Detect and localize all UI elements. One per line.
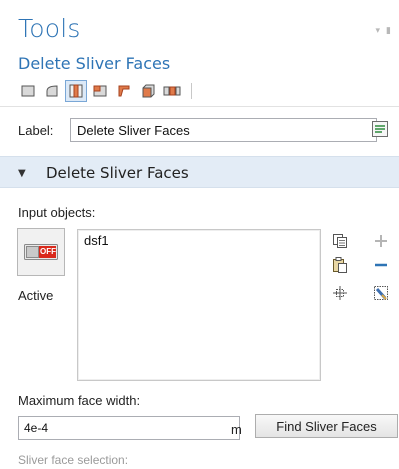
clear-selection-icon[interactable] (372, 284, 390, 302)
pin-menu-icon[interactable]: ▾ (376, 26, 381, 36)
sliver-face-icon[interactable] (65, 80, 87, 102)
section-title: Delete Sliver Faces (46, 164, 189, 182)
active-toggle-button[interactable]: OFF (17, 228, 65, 276)
active-label: Active (18, 288, 54, 303)
label-input[interactable] (70, 118, 377, 142)
title-controls: ▾ ▮ (376, 26, 391, 36)
list-item[interactable]: dsf1 (84, 233, 109, 248)
input-objects-list[interactable]: dsf1 (77, 229, 321, 381)
box-face-icon[interactable] (137, 80, 159, 102)
remove-icon[interactable] (372, 256, 390, 274)
collapse-triangle-icon: ▼ (18, 168, 26, 179)
section-header[interactable]: ▼ Delete Sliver Faces (0, 156, 399, 188)
feature-toolbar (17, 80, 192, 102)
tools-panel: Tools ▾ ▮ Delete Sliver Faces Label: Del… (0, 0, 399, 469)
input-objects-label: Input objects: (18, 205, 96, 220)
toggle-off-text: OFF (40, 247, 56, 256)
paste-icon[interactable] (331, 256, 349, 274)
face-select-icon[interactable] (17, 80, 39, 102)
unit-label: m (231, 422, 242, 437)
copy-icon[interactable] (331, 232, 349, 250)
toolbar-separator (191, 83, 192, 99)
max-face-width-label: Maximum face width: (18, 393, 141, 408)
feature-subtitle: Delete Sliver Faces (18, 54, 171, 73)
max-face-width-input[interactable] (18, 416, 240, 440)
sliver-face-selection-label: Sliver face selection: (18, 453, 129, 467)
angled-face-icon[interactable] (113, 80, 135, 102)
find-sliver-faces-button[interactable]: Find Sliver Faces (255, 414, 398, 438)
label-row: Label: (18, 117, 390, 143)
pin-icon[interactable]: ▮ (386, 26, 391, 36)
header-divider (0, 106, 399, 107)
split-face-icon[interactable] (89, 80, 111, 102)
add-icon[interactable] (372, 232, 390, 250)
zoom-selection-icon[interactable] (331, 284, 349, 302)
panel-title: Tools (18, 14, 81, 43)
label-caption: Label: (18, 123, 54, 138)
curved-face-icon[interactable] (41, 80, 63, 102)
multi-face-icon[interactable] (161, 80, 183, 102)
label-edit-icon[interactable] (369, 117, 391, 141)
